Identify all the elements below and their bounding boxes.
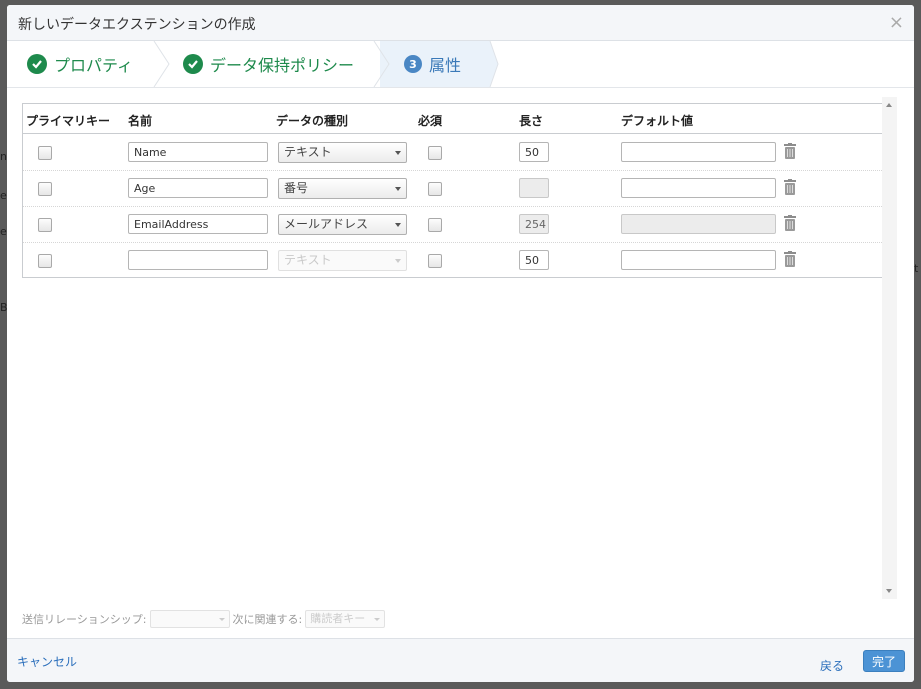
close-icon[interactable]: × <box>889 14 904 32</box>
cancel-link[interactable]: キャンセル <box>17 653 77 670</box>
default-value-field[interactable] <box>621 178 776 198</box>
sendable-relationship-select <box>149 610 230 628</box>
name-field[interactable] <box>128 250 268 270</box>
header-required: 必須 <box>418 114 443 128</box>
check-icon <box>183 54 203 74</box>
chevron-down-icon <box>374 618 381 621</box>
default-value-field[interactable] <box>621 142 776 162</box>
data-type-select: テキスト <box>278 250 407 271</box>
table-row: EmailAddress メールアドレス 254 <box>23 206 882 243</box>
header-default-value: デフォルト値 <box>621 114 694 128</box>
table-row: Name テキスト 50 <box>23 134 882 171</box>
required-checkbox[interactable] <box>428 254 442 268</box>
step-separator-icon <box>483 41 499 87</box>
step-attributes[interactable]: 3 属性 <box>404 41 461 87</box>
background-text: n <box>0 150 7 163</box>
required-checkbox[interactable] <box>428 146 442 160</box>
scroll-up-icon[interactable] <box>886 103 892 107</box>
trash-icon[interactable] <box>783 143 797 159</box>
step-properties[interactable]: プロパティ <box>27 41 133 87</box>
chevron-down-icon <box>395 187 401 191</box>
data-type-select[interactable]: メールアドレス <box>278 214 407 235</box>
wizard-steps: プロパティ データ保持ポリシー 3 属性 <box>7 41 914 88</box>
create-data-extension-dialog: 新しいデータエクステンションの作成 × プロパティ データ保持ポリシー 3 属性… <box>7 5 914 682</box>
trash-icon[interactable] <box>783 179 797 195</box>
step-separator-icon <box>373 41 390 87</box>
default-value-field[interactable] <box>621 250 776 270</box>
required-checkbox[interactable] <box>428 218 442 232</box>
data-type-value: 番号 <box>284 181 309 195</box>
data-type-value: テキスト <box>284 145 332 159</box>
name-field[interactable]: Name <box>128 142 268 162</box>
check-icon <box>27 54 47 74</box>
primary-key-checkbox[interactable] <box>38 254 52 268</box>
select-value: 購読者キー <box>310 612 366 625</box>
header-primary-key: プライマリキー <box>26 114 111 128</box>
dialog-title: 新しいデータエクステンションの作成 <box>18 17 256 33</box>
primary-key-checkbox[interactable] <box>38 146 52 160</box>
primary-key-checkbox[interactable] <box>38 182 52 196</box>
background-text: e <box>0 189 7 202</box>
vertical-scrollbar[interactable] <box>882 97 897 599</box>
name-field[interactable]: EmailAddress <box>128 214 268 234</box>
name-field[interactable]: Age <box>128 178 268 198</box>
finish-button[interactable]: 完了 <box>863 650 905 672</box>
table-row: Age 番号 <box>23 170 882 207</box>
table-row: テキスト 50 <box>23 242 882 278</box>
data-type-select[interactable]: 番号 <box>278 178 407 199</box>
chevron-down-icon <box>218 618 225 621</box>
length-field[interactable]: 50 <box>519 142 549 162</box>
length-field[interactable]: 50 <box>519 250 549 270</box>
data-type-value: メールアドレス <box>284 217 369 231</box>
trash-icon[interactable] <box>783 215 797 231</box>
sendable-relationship-label: 送信リレーションシップ: <box>22 613 147 626</box>
step-label: 属性 <box>429 56 462 75</box>
step-label: データ保持ポリシー <box>210 56 355 75</box>
header-data-type: データの種別 <box>276 114 349 128</box>
scroll-down-icon[interactable] <box>886 589 892 593</box>
background-text: t <box>914 262 919 275</box>
default-value-field <box>621 214 776 234</box>
length-field: 254 <box>519 214 549 234</box>
background-text: e <box>0 225 7 238</box>
trash-icon[interactable] <box>783 251 797 267</box>
primary-key-checkbox[interactable] <box>38 218 52 232</box>
dialog-header: 新しいデータエクステンションの作成 × <box>7 5 914 41</box>
header-length: 長さ <box>519 114 544 128</box>
relationship-settings: 送信リレーションシップ: 次に関連する: 購読者キー <box>22 610 388 628</box>
step-retention-policy[interactable]: データ保持ポリシー <box>183 41 354 87</box>
chevron-down-icon <box>395 151 401 155</box>
chevron-down-icon <box>395 259 401 263</box>
relates-to-select: 購読者キー <box>305 610 386 628</box>
data-type-value: テキスト <box>284 253 332 267</box>
dialog-footer: キャンセル 戻る 完了 <box>7 638 914 682</box>
required-checkbox[interactable] <box>428 182 442 196</box>
table-header: プライマリキー 名前 データの種別 必須 長さ デフォルト値 <box>23 104 882 134</box>
step-label: プロパティ <box>54 56 134 75</box>
header-name: 名前 <box>128 114 153 128</box>
chevron-down-icon <box>395 223 401 227</box>
attributes-table: プライマリキー 名前 データの種別 必須 長さ デフォルト値 Name テキスト… <box>22 103 883 278</box>
back-link[interactable]: 戻る <box>820 657 844 674</box>
step-number-badge: 3 <box>404 55 422 73</box>
length-field <box>519 178 549 198</box>
relates-to-label: 次に関連する: <box>232 613 303 626</box>
step-separator-icon <box>153 41 170 87</box>
data-type-select[interactable]: テキスト <box>278 142 407 163</box>
